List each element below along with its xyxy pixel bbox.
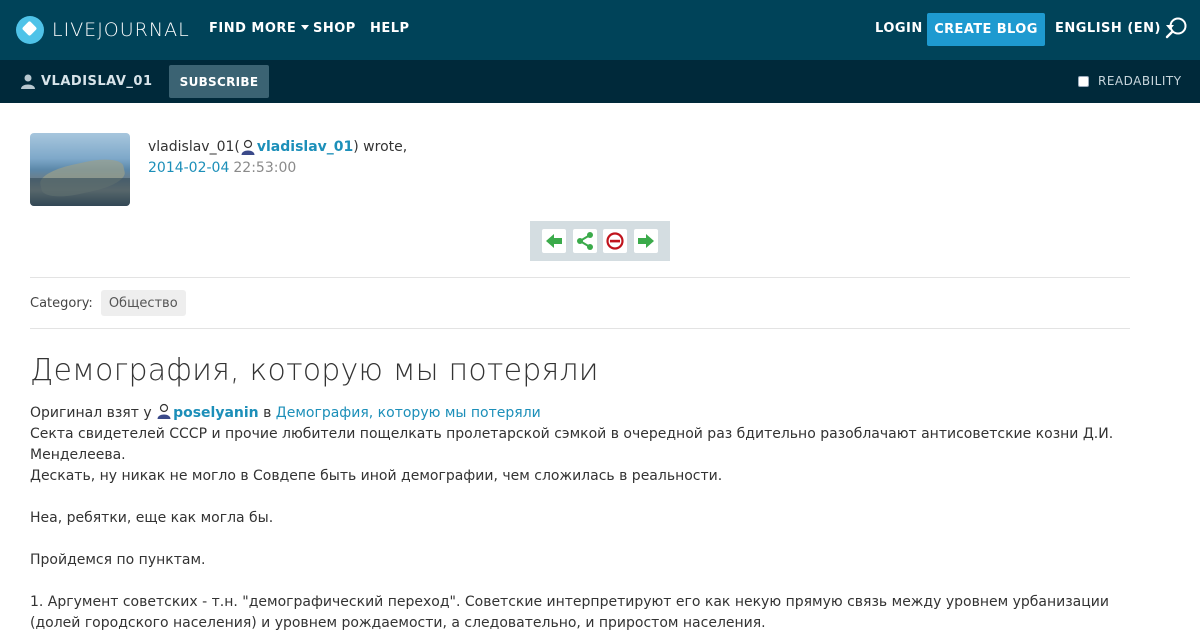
block-button[interactable] — [603, 229, 628, 253]
entry-body: Оригинал взят у poselyanin в Демография,… — [30, 403, 1130, 634]
entry-time: 22:53:00 — [233, 159, 297, 176]
entry-date-link[interactable]: 2014-02-04 — [148, 160, 229, 176]
language-label: ENGLISH (EN) — [1055, 21, 1161, 36]
user-icon[interactable] — [240, 139, 256, 155]
search-icon[interactable] — [1165, 16, 1189, 40]
journal-owner[interactable]: VLADISLAV_01 — [20, 73, 153, 89]
source-line: Оригинал взят у poselyanin в Демография,… — [30, 403, 1130, 424]
source-user-link[interactable]: poselyanin — [173, 405, 259, 421]
arrow-left-icon — [546, 234, 563, 248]
entry-meta: vladislav_01 (vladislav_01) wrote, 2014-… — [148, 136, 407, 178]
top-navigation-bar: LIVEJOURNAL FIND MORE SHOP HELP LOGIN CR… — [0, 0, 1200, 60]
paragraph-spacer — [30, 571, 1130, 592]
block-icon — [606, 232, 624, 250]
date-line: 2014-02-04 22:53:00 — [148, 157, 407, 178]
source-in: в — [258, 405, 276, 421]
readability-checkbox[interactable] — [1078, 75, 1089, 87]
chevron-down-icon — [301, 25, 310, 30]
user-icon — [21, 74, 35, 89]
paragraph: Дескать, ну никак не могло в Совдепе быт… — [30, 468, 723, 484]
journal-username: VLADISLAV_01 — [41, 73, 153, 89]
paragraph: 1. Аргумент советских - т.н. "демографич… — [30, 594, 1109, 631]
source-prefix: Оригинал взят у — [30, 405, 157, 421]
paragraph: Пройдемся по пунктам. — [30, 552, 206, 568]
previous-entry-button[interactable] — [542, 229, 567, 253]
category-row: Category: Общество — [30, 290, 186, 316]
find-more-menu[interactable]: FIND MORE — [209, 21, 310, 36]
user-icon[interactable] — [156, 403, 172, 419]
divider — [30, 277, 1130, 278]
logo-icon — [16, 16, 44, 44]
userpic-water — [30, 178, 130, 206]
share-icon — [576, 232, 593, 250]
help-link[interactable]: HELP — [370, 21, 410, 36]
paragraph: Секта свидетелей СССР и прочие любители … — [30, 426, 1114, 463]
entry-title: Демография, которую мы потеряли — [30, 353, 599, 388]
shop-link[interactable]: SHOP — [313, 21, 356, 36]
divider — [30, 328, 1130, 329]
userpic[interactable] — [30, 133, 130, 206]
paragraph-spacer — [30, 487, 1130, 508]
login-link[interactable]: LOGIN — [875, 21, 923, 36]
livejournal-logo[interactable]: LIVEJOURNAL — [16, 15, 190, 45]
journal-bar: VLADISLAV_01 SUBSCRIBE READABILITY — [0, 60, 1200, 103]
readability-label: READABILITY — [1098, 74, 1182, 88]
paragraph-spacer — [30, 529, 1130, 550]
author-line: vladislav_01 (vladislav_01) wrote, — [148, 136, 407, 157]
share-button[interactable] — [572, 229, 597, 253]
author-link[interactable]: vladislav_01 — [257, 139, 353, 155]
readability-toggle[interactable]: READABILITY — [1078, 74, 1182, 88]
logo-text: LIVEJOURNAL — [52, 19, 190, 41]
subscribe-button[interactable]: SUBSCRIBE — [169, 65, 269, 98]
create-blog-button[interactable]: CREATE BLOG — [927, 13, 1045, 46]
author-display-name: vladislav_01 — [148, 138, 235, 155]
category-label: Category: — [30, 295, 93, 311]
entry-actions — [530, 221, 670, 261]
next-entry-button[interactable] — [633, 229, 658, 253]
category-tag[interactable]: Общество — [100, 290, 186, 316]
wrote-label: ) wrote, — [353, 138, 408, 155]
paragraph: Неа, ребятки, еще как могла бы. — [30, 510, 274, 526]
find-more-label: FIND MORE — [209, 21, 297, 36]
source-post-link[interactable]: Демография, которую мы потеряли — [276, 405, 541, 421]
language-selector[interactable]: ENGLISH (EN) — [1055, 21, 1174, 36]
arrow-right-icon — [637, 234, 654, 248]
